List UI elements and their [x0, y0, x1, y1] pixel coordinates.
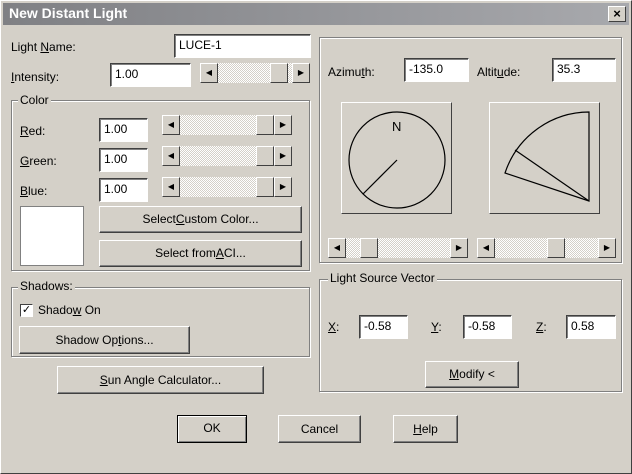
shadows-group-title: Shadows:: [18, 279, 75, 293]
green-label: Green:: [20, 154, 57, 168]
red-field[interactable]: 1.00: [99, 118, 148, 142]
scroll-thumb[interactable]: [547, 238, 565, 258]
scroll-track[interactable]: [495, 238, 598, 258]
close-button[interactable]: ×: [608, 6, 626, 22]
compass-north-label: N: [392, 119, 401, 134]
scroll-left-arrow-icon[interactable]: ◀: [477, 238, 495, 258]
scroll-thumb[interactable]: [256, 115, 274, 135]
light-name-field[interactable]: LUCE-1: [174, 34, 311, 58]
light-source-vector-title: Light Source Vector: [328, 271, 437, 285]
scroll-right-arrow-icon[interactable]: ▶: [450, 238, 468, 258]
shadow-on-checkbox[interactable]: ✓: [20, 304, 33, 317]
scroll-right-arrow-icon[interactable]: ▶: [274, 177, 292, 197]
green-field[interactable]: 1.00: [99, 148, 148, 172]
vector-y-label: Y:: [431, 320, 442, 334]
ok-button[interactable]: OK: [177, 415, 247, 443]
altitude-field[interactable]: 35.3: [552, 58, 616, 82]
vector-x-label: X:: [328, 320, 340, 334]
sun-angle-calculator-button[interactable]: Sun Angle Calculator...: [57, 366, 264, 394]
intensity-scrollbar[interactable]: ◀ ▶: [200, 63, 310, 83]
scroll-thumb[interactable]: [256, 146, 274, 166]
scroll-thumb[interactable]: [256, 177, 274, 197]
select-custom-color-button[interactable]: Select Custom Color...: [99, 206, 302, 233]
azimuth-label: Azimuth:: [328, 65, 375, 79]
altitude-dial[interactable]: [489, 102, 600, 214]
azimuth-field[interactable]: -135.0: [404, 58, 469, 82]
scroll-thumb[interactable]: [270, 63, 288, 83]
intensity-label: Intensity:: [11, 70, 60, 84]
scroll-track[interactable]: [218, 63, 292, 83]
scroll-left-arrow-icon[interactable]: ◀: [162, 177, 180, 197]
vector-z-label: Z:: [536, 320, 547, 334]
scroll-track[interactable]: [180, 115, 274, 135]
modify-button[interactable]: Modify <: [425, 361, 519, 388]
color-swatch: [20, 206, 84, 266]
altitude-scrollbar[interactable]: ◀ ▶: [477, 238, 616, 258]
scroll-right-arrow-icon[interactable]: ▶: [274, 115, 292, 135]
cancel-button[interactable]: Cancel: [278, 415, 361, 443]
blue-scrollbar[interactable]: ◀ ▶: [162, 177, 292, 197]
blue-field[interactable]: 1.00: [99, 178, 148, 202]
altitude-quadrant-icon: [504, 111, 590, 202]
scroll-right-arrow-icon[interactable]: ▶: [598, 238, 616, 258]
scroll-left-arrow-icon[interactable]: ◀: [200, 63, 218, 83]
scroll-right-arrow-icon[interactable]: ▶: [274, 146, 292, 166]
shadow-on-label[interactable]: Shadow On: [38, 303, 101, 317]
scroll-left-arrow-icon[interactable]: ◀: [162, 115, 180, 135]
dialog-window: New Distant Light × Light Name: LUCE-1 I…: [0, 0, 632, 474]
vector-z-field[interactable]: 0.58: [566, 315, 616, 339]
scroll-right-arrow-icon[interactable]: ▶: [292, 63, 310, 83]
title-bar[interactable]: New Distant Light ×: [3, 3, 629, 25]
blue-label: Blue:: [20, 184, 48, 198]
help-button[interactable]: Help: [393, 415, 458, 443]
window-title: New Distant Light: [9, 5, 128, 21]
green-scrollbar[interactable]: ◀ ▶: [162, 146, 292, 166]
scroll-thumb[interactable]: [360, 238, 378, 258]
vector-y-field[interactable]: -0.58: [463, 315, 512, 339]
light-name-label: Light Name:: [11, 40, 76, 54]
red-label: Red:: [20, 124, 46, 138]
intensity-field[interactable]: 1.00: [110, 63, 191, 87]
scroll-track[interactable]: [346, 238, 450, 258]
altitude-label: Altitude:: [477, 65, 521, 79]
scroll-left-arrow-icon[interactable]: ◀: [162, 146, 180, 166]
color-group-title: Color: [18, 93, 51, 107]
scroll-left-arrow-icon[interactable]: ◀: [328, 238, 346, 258]
azimuth-scrollbar[interactable]: ◀ ▶: [328, 238, 468, 258]
scroll-track[interactable]: [180, 177, 274, 197]
select-from-aci-button[interactable]: Select from ACI...: [99, 240, 302, 267]
shadow-options-button[interactable]: Shadow Options...: [19, 326, 190, 354]
azimuth-compass-icon: N: [348, 111, 446, 209]
azimuth-dial[interactable]: N: [341, 102, 452, 214]
scroll-track[interactable]: [180, 146, 274, 166]
vector-x-field[interactable]: -0.58: [359, 315, 408, 339]
red-scrollbar[interactable]: ◀ ▶: [162, 115, 292, 135]
